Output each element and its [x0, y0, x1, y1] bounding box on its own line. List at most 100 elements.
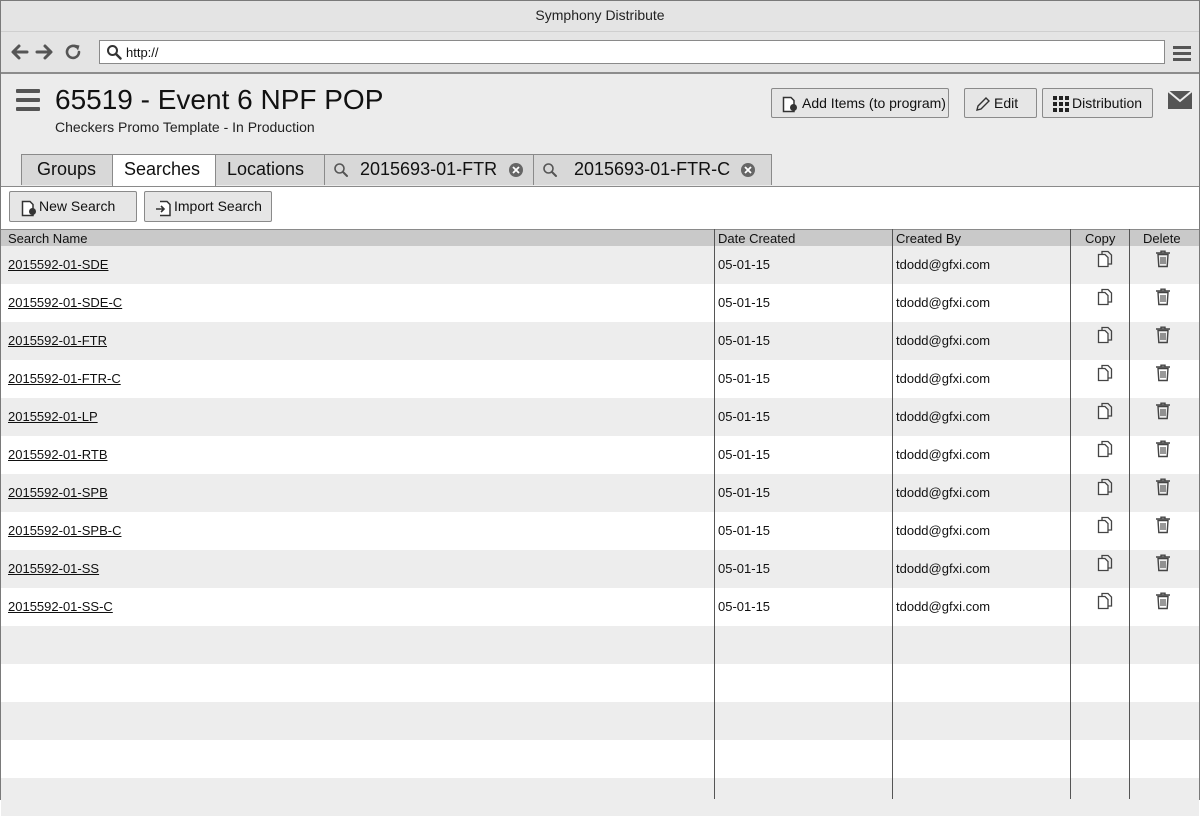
tab-searches-label: Searches: [124, 159, 201, 179]
distribution-button[interactable]: Distribution: [1042, 88, 1153, 118]
trash-icon[interactable]: [1155, 440, 1171, 458]
search-icon: [334, 163, 348, 177]
date-created: 05-01-15: [718, 561, 771, 576]
table-row[interactable]: 2015592-01-RTB 05-01-15 tdodd@gfxi.com: [1, 436, 1199, 474]
date-created: 05-01-15: [718, 447, 771, 462]
column-divider: [1070, 229, 1071, 799]
col-created-by[interactable]: Created By: [896, 231, 961, 246]
date-created: 05-01-15: [718, 409, 771, 424]
refresh-icon[interactable]: [63, 42, 83, 62]
date-created: 05-01-15: [718, 523, 771, 538]
search-name-link[interactable]: 2015592-01-SS-C: [8, 599, 113, 614]
trash-icon[interactable]: [1155, 326, 1171, 344]
copy-icon[interactable]: [1097, 326, 1113, 344]
close-tab-icon[interactable]: [508, 162, 524, 178]
trash-icon[interactable]: [1155, 288, 1171, 306]
col-date-created[interactable]: Date Created: [718, 231, 795, 246]
created-by: tdodd@gfxi.com: [896, 257, 991, 272]
copy-icon[interactable]: [1097, 592, 1113, 610]
search-icon: [543, 163, 557, 177]
table-row[interactable]: 2015592-01-SPB 05-01-15 tdodd@gfxi.com: [1, 474, 1199, 512]
col-search-name[interactable]: Search Name: [8, 231, 87, 246]
copy-icon[interactable]: [1097, 364, 1113, 382]
browser-menu-icon[interactable]: [1172, 43, 1192, 63]
table-row[interactable]: 2015592-01-SS-C 05-01-15 tdodd@gfxi.com: [1, 588, 1199, 626]
copy-icon[interactable]: [1097, 402, 1113, 420]
back-arrow-icon[interactable]: [9, 42, 29, 62]
edit-label: Edit: [994, 95, 1019, 111]
search-name-link[interactable]: 2015592-01-SDE: [8, 257, 108, 272]
import-search-button[interactable]: Import Search: [144, 191, 272, 222]
table-row[interactable]: 2015592-01-SDE 05-01-15 tdodd@gfxi.com: [1, 246, 1199, 284]
date-created: 05-01-15: [718, 257, 771, 272]
table-row[interactable]: 2015592-01-SS 05-01-15 tdodd@gfxi.com: [1, 550, 1199, 588]
copy-icon[interactable]: [1097, 554, 1113, 572]
add-items-label: Add Items (to program): [802, 95, 946, 111]
import-icon: [156, 200, 171, 217]
hamburger-menu-icon[interactable]: [15, 88, 41, 112]
search-name-link[interactable]: 2015592-01-FTR-C: [8, 371, 121, 386]
table-row[interactable]: 2015592-01-FTR-C 05-01-15 tdodd@gfxi.com: [1, 360, 1199, 398]
tab-searches[interactable]: Searches: [112, 154, 216, 187]
created-by: tdodd@gfxi.com: [896, 371, 991, 386]
address-bar[interactable]: http://: [99, 40, 1165, 64]
tab-locations-label: Locations: [227, 159, 305, 179]
trash-icon[interactable]: [1155, 592, 1171, 610]
table-row[interactable]: 2015592-01-LP 05-01-15 tdodd@gfxi.com: [1, 398, 1199, 436]
copy-icon[interactable]: [1097, 516, 1113, 534]
page-title: 65519 - Event 6 NPF POP: [55, 84, 384, 115]
tab-locations[interactable]: Locations: [215, 154, 325, 185]
close-tab-icon[interactable]: [740, 162, 756, 178]
add-items-button[interactable]: Add Items (to program): [771, 88, 949, 118]
copy-icon[interactable]: [1097, 288, 1113, 306]
page-subtitle: Checkers Promo Template - In Production: [55, 119, 315, 135]
empty-table-row: [1, 778, 1199, 816]
search-name-link[interactable]: 2015592-01-SPB: [8, 485, 108, 500]
search-name-link[interactable]: 2015592-01-FTR: [8, 333, 107, 348]
trash-icon[interactable]: [1155, 364, 1171, 382]
created-by: tdodd@gfxi.com: [896, 447, 991, 462]
table-row[interactable]: 2015592-01-FTR 05-01-15 tdodd@gfxi.com: [1, 322, 1199, 360]
date-created: 05-01-15: [718, 295, 771, 310]
trash-icon[interactable]: [1155, 554, 1171, 572]
tab-groups[interactable]: Groups: [21, 154, 113, 185]
trash-icon[interactable]: [1155, 516, 1171, 534]
tab-search-ftr-c-label: 2015693-01-FTR-C: [574, 159, 731, 179]
search-name-link[interactable]: 2015592-01-SS: [8, 561, 99, 576]
app-header: 65519 - Event 6 NPF POP Checkers Promo T…: [1, 74, 1199, 187]
search-name-link[interactable]: 2015592-01-SPB-C: [8, 523, 121, 538]
new-search-button[interactable]: New Search: [9, 191, 137, 222]
copy-icon[interactable]: [1097, 440, 1113, 458]
copy-icon[interactable]: [1097, 250, 1113, 268]
tab-groups-label: Groups: [37, 159, 97, 179]
created-by: tdodd@gfxi.com: [896, 561, 991, 576]
created-by: tdodd@gfxi.com: [896, 333, 991, 348]
tab-search-ftr-c[interactable]: 2015693-01-FTR-C: [533, 154, 772, 185]
search-name-link[interactable]: 2015592-01-SDE-C: [8, 295, 122, 310]
distribution-label: Distribution: [1072, 95, 1143, 111]
forward-arrow-icon[interactable]: [35, 42, 55, 62]
trash-icon[interactable]: [1155, 478, 1171, 496]
created-by: tdodd@gfxi.com: [896, 599, 991, 614]
add-document-icon: [782, 96, 797, 113]
table-row[interactable]: 2015592-01-SDE-C 05-01-15 tdodd@gfxi.com: [1, 284, 1199, 322]
new-search-label: New Search: [39, 198, 116, 214]
copy-icon[interactable]: [1097, 478, 1113, 496]
mail-icon[interactable]: [1168, 91, 1192, 109]
tab-search-ftr[interactable]: 2015693-01-FTR: [324, 154, 534, 185]
edit-button[interactable]: Edit: [964, 88, 1037, 118]
new-document-icon: [21, 200, 36, 217]
url-text: http://: [126, 45, 159, 60]
date-created: 05-01-15: [718, 333, 771, 348]
created-by: tdodd@gfxi.com: [896, 523, 991, 538]
search-name-link[interactable]: 2015592-01-RTB: [8, 447, 108, 462]
trash-icon[interactable]: [1155, 250, 1171, 268]
trash-icon[interactable]: [1155, 402, 1171, 420]
pencil-icon: [976, 97, 990, 111]
tab-search-ftr-label: 2015693-01-FTR: [360, 159, 498, 179]
table-row[interactable]: 2015592-01-SPB-C 05-01-15 tdodd@gfxi.com: [1, 512, 1199, 550]
grid-icon: [1053, 96, 1069, 112]
empty-table-row: [1, 626, 1199, 664]
search-name-link[interactable]: 2015592-01-LP: [8, 409, 98, 424]
browser-nav-bar: http://: [1, 32, 1199, 74]
